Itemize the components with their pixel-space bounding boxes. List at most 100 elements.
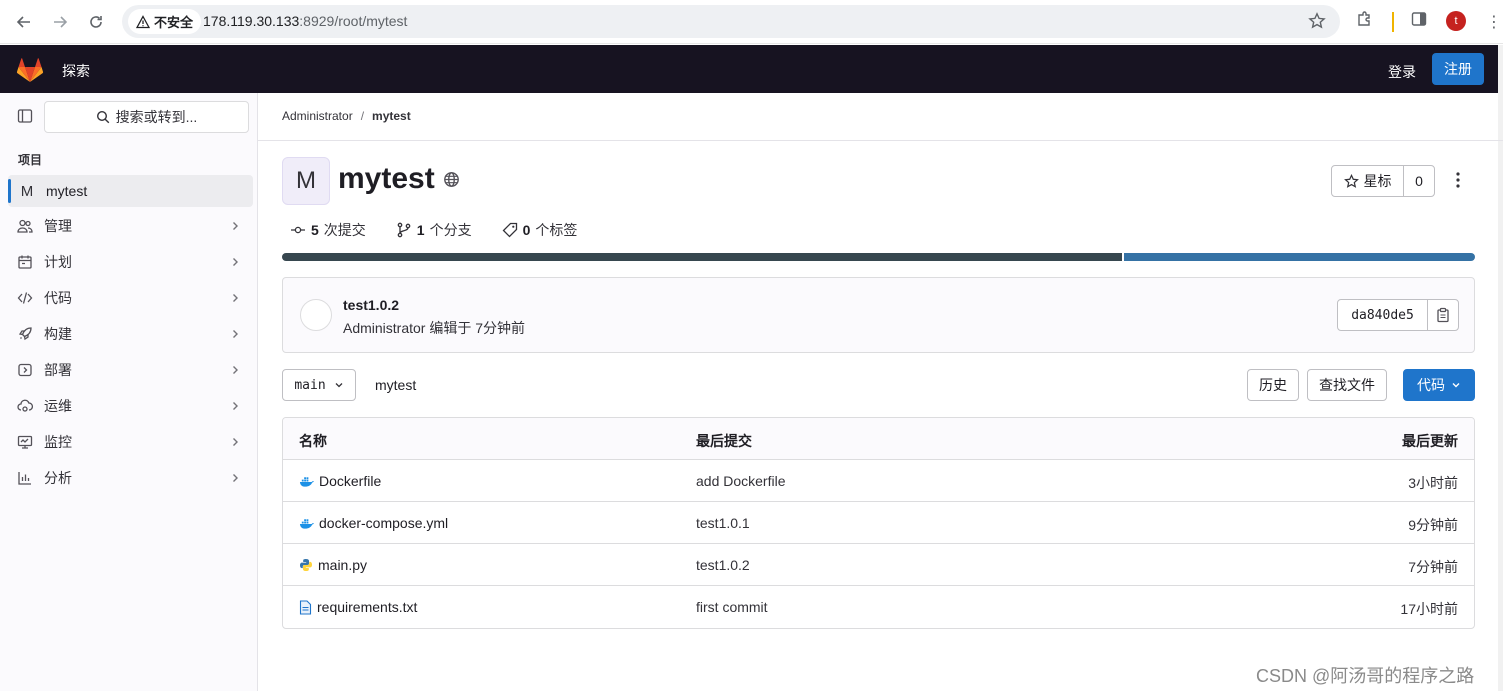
language-bar[interactable] — [282, 253, 1475, 261]
security-chip[interactable]: 不安全 — [128, 9, 202, 34]
sidebar-item-monitor[interactable]: 监控 — [8, 426, 253, 458]
rocket-icon — [8, 326, 44, 342]
commit-message[interactable]: add Dockerfile — [696, 473, 786, 489]
file-name[interactable]: docker-compose.yml — [319, 515, 448, 531]
table-header: 名称 最后提交 最后更新 — [283, 418, 1474, 460]
search-button[interactable]: 搜索或转到... — [44, 101, 249, 133]
active-indicator — [8, 179, 11, 203]
sidebar-item-operate[interactable]: 运维 — [8, 390, 253, 422]
repo-path[interactable]: mytest — [375, 377, 416, 393]
commit-message[interactable]: test1.0.2 — [696, 557, 750, 573]
tags-link[interactable]: 0 个标签 — [502, 220, 577, 240]
deploy-icon — [8, 362, 44, 378]
search-icon — [96, 110, 109, 124]
commit-author-avatar[interactable] — [300, 299, 332, 331]
gitlab-logo-icon[interactable] — [16, 56, 44, 86]
sidebar-item-build[interactable]: 构建 — [8, 318, 253, 350]
star-toggle[interactable]: 星标 — [1332, 166, 1404, 196]
commit-message[interactable]: test1.0.1 — [696, 515, 750, 531]
branch-selector[interactable]: main — [282, 369, 356, 401]
extensions-icon[interactable] — [1356, 10, 1374, 28]
browser-menu-icon[interactable]: ⋮ — [1486, 12, 1502, 32]
file-cell[interactable]: Dockerfile — [299, 473, 381, 489]
updated-time: 9分钟前 — [1408, 517, 1458, 533]
sidebar-item-analyze[interactable]: 分析 — [8, 462, 253, 494]
login-link[interactable]: 登录 — [1388, 62, 1416, 82]
star-icon — [1343, 173, 1359, 188]
file-name[interactable]: Dockerfile — [319, 473, 381, 489]
commit-meta: Administrator 编辑于 7分钟前 — [343, 318, 525, 338]
monitor-icon — [8, 434, 44, 450]
file-name[interactable]: requirements.txt — [317, 599, 417, 615]
star-count[interactable]: 0 — [1404, 166, 1434, 196]
profile-avatar[interactable]: t — [1446, 11, 1466, 31]
file-cell[interactable]: requirements.txt — [299, 599, 417, 615]
sidebar-item-deploy[interactable]: 部署 — [8, 354, 253, 386]
commit-title[interactable]: test1.0.2 — [343, 297, 399, 313]
register-button[interactable]: 注册 — [1432, 53, 1484, 85]
code-icon — [8, 290, 44, 306]
sidebar-item-label: 计划 — [44, 254, 72, 270]
sidebar-item-code[interactable]: 代码 — [8, 282, 253, 314]
language-bar-segment[interactable] — [1124, 253, 1475, 261]
python-icon — [300, 559, 312, 571]
sidebar-item-manage[interactable]: 管理 — [8, 210, 253, 242]
updated-time: 3小时前 — [1408, 475, 1458, 491]
commit-author[interactable]: Administrator — [343, 320, 425, 336]
back-icon[interactable] — [12, 10, 36, 34]
breadcrumb-project[interactable]: mytest — [372, 109, 411, 123]
header-last-commit: 最后提交 — [696, 433, 752, 449]
table-row[interactable]: Dockerfile add Dockerfile 3小时前 — [283, 460, 1474, 502]
cloud-gear-icon — [8, 398, 44, 414]
commits-count: 5 — [311, 222, 319, 238]
explore-link[interactable]: 探索 — [62, 61, 90, 81]
breadcrumb-owner[interactable]: Administrator — [282, 109, 353, 123]
code-button-label: 代码 — [1417, 377, 1445, 393]
commits-link[interactable]: 5 次提交 — [290, 220, 366, 240]
header-name: 名称 — [299, 433, 327, 449]
branch-name: main — [294, 377, 326, 393]
divider — [258, 140, 1503, 141]
sidebar-item-project[interactable]: M mytest — [8, 175, 253, 207]
url-host: 178.119.30.133 — [203, 13, 300, 29]
reload-icon[interactable] — [84, 10, 108, 34]
code-dropdown-button[interactable]: 代码 — [1403, 369, 1475, 401]
page-scrollbar[interactable] — [1498, 45, 1503, 691]
star-label: 星标 — [1363, 173, 1392, 189]
chevron-right-icon — [229, 292, 253, 304]
sidebar-item-label: 分析 — [44, 470, 72, 486]
table-row[interactable]: requirements.txt first commit 17小时前 — [283, 586, 1474, 628]
breadcrumb-separator: / — [360, 109, 365, 123]
watermark: CSDN @阿汤哥的程序之路 — [1256, 666, 1475, 686]
language-bar-segment[interactable] — [282, 253, 1122, 261]
chrome-divider — [1392, 12, 1394, 32]
forward-icon[interactable] — [48, 10, 72, 34]
chevron-right-icon — [229, 400, 253, 412]
commit-message[interactable]: first commit — [696, 599, 768, 615]
branches-link[interactable]: 1 个分支 — [396, 220, 472, 240]
chevron-right-icon — [229, 436, 253, 448]
table-row[interactable]: docker-compose.yml test1.0.1 9分钟前 — [283, 502, 1474, 544]
history-button[interactable]: 历史 — [1247, 369, 1299, 401]
sidebar-item-label: 代码 — [44, 290, 72, 306]
sidebar-toggle-icon[interactable] — [17, 108, 33, 127]
branch-icon — [397, 222, 411, 238]
star-button[interactable]: 星标 0 — [1331, 165, 1435, 197]
users-icon — [8, 218, 44, 234]
file-name[interactable]: main.py — [318, 557, 367, 573]
bookmark-star-icon[interactable] — [1308, 12, 1326, 33]
sidebar-item-plan[interactable]: 计划 — [8, 246, 253, 278]
chevron-down-icon — [335, 383, 343, 388]
table-row[interactable]: main.py test1.0.2 7分钟前 — [283, 544, 1474, 586]
address-bar[interactable]: 不安全 178.119.30.133:8929/root/mytest — [122, 5, 1340, 38]
commit-sha[interactable]: da840de5 — [1338, 300, 1428, 330]
file-cell[interactable]: main.py — [299, 557, 367, 573]
side-panel-icon[interactable] — [1410, 10, 1428, 28]
file-cell[interactable]: docker-compose.yml — [299, 515, 448, 531]
commits-label: 次提交 — [323, 222, 366, 238]
more-actions-icon[interactable] — [1450, 170, 1466, 193]
url-path: :8929/root/mytest — [299, 13, 408, 29]
copy-icon[interactable] — [1428, 300, 1458, 330]
find-file-button[interactable]: 查找文件 — [1307, 369, 1387, 401]
chevron-right-icon — [229, 472, 253, 484]
